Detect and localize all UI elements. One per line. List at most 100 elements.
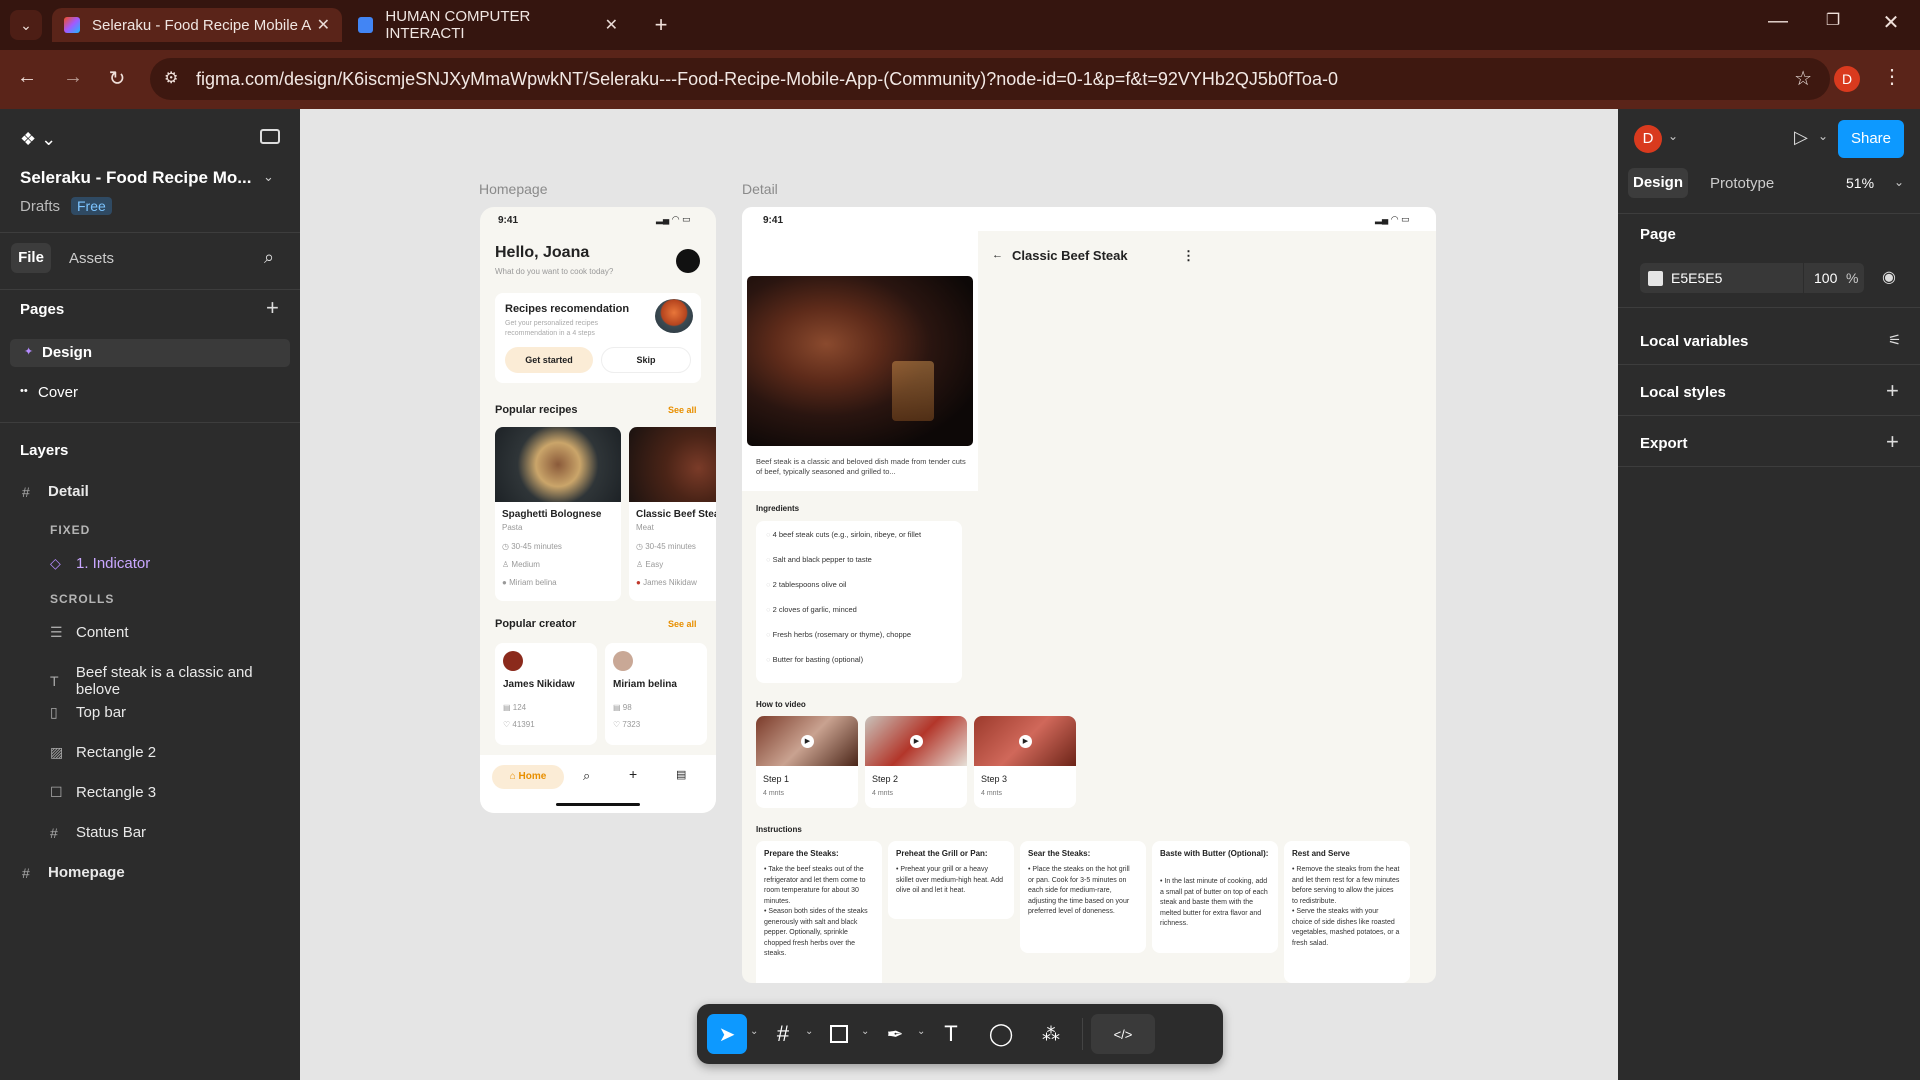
share-button[interactable]: Share bbox=[1838, 120, 1904, 158]
nav-search-icon[interactable]: ⌕ bbox=[583, 768, 590, 784]
tab-design[interactable]: Design bbox=[1628, 168, 1688, 198]
layer-text[interactable]: T Beef steak is a classic and belove bbox=[50, 664, 300, 698]
resources-tool-icon[interactable]: ⁂ bbox=[1031, 1014, 1071, 1054]
rectangle-tool-icon[interactable] bbox=[819, 1014, 859, 1054]
add-style-icon[interactable]: + bbox=[1886, 378, 1899, 404]
avatar-chevron-icon[interactable]: ⌄ bbox=[1668, 129, 1678, 143]
present-play-icon[interactable]: ▷ bbox=[1794, 127, 1808, 148]
visibility-eye-icon[interactable]: ◉ bbox=[1882, 267, 1896, 287]
play-icon[interactable]: ▶ bbox=[910, 735, 923, 748]
skip-button[interactable]: Skip bbox=[601, 347, 691, 373]
add-export-icon[interactable]: + bbox=[1886, 429, 1899, 455]
drafts-label[interactable]: Drafts bbox=[20, 198, 60, 215]
profile-avatar[interactable]: D bbox=[1834, 66, 1860, 92]
creator-card[interactable]: Miriam belina ▤ 98 ♡ 7323 bbox=[605, 643, 707, 745]
avatar[interactable] bbox=[676, 249, 700, 273]
layer-detail[interactable]: # Detail bbox=[22, 483, 89, 500]
dev-mode-toggle-icon[interactable]: </> bbox=[1091, 1014, 1155, 1054]
back-arrow-icon[interactable]: ← bbox=[992, 249, 1003, 261]
variables-sliders-icon[interactable]: ⚟ bbox=[1888, 331, 1901, 349]
layer-rectangle-2[interactable]: ▨ Rectangle 2 bbox=[50, 744, 156, 761]
present-chevron-icon[interactable]: ⌄ bbox=[1818, 129, 1828, 143]
browser-menu-icon[interactable]: ⋮ bbox=[1880, 64, 1904, 89]
ingredient-item[interactable]: ○ 2 cloves of garlic, minced bbox=[766, 605, 857, 614]
ingredient-item[interactable]: ○ Fresh herbs (rosemary or thyme), chopp… bbox=[766, 630, 911, 639]
search-icon[interactable]: ⌕ bbox=[264, 247, 274, 268]
file-title-chevron-icon[interactable]: ⌄ bbox=[263, 169, 274, 185]
user-avatar[interactable]: D bbox=[1634, 125, 1662, 153]
checkbox-icon[interactable]: ○ bbox=[766, 630, 773, 639]
reload-icon[interactable]: ↻ bbox=[104, 66, 130, 91]
zoom-chevron-icon[interactable]: ⌄ bbox=[1894, 175, 1904, 189]
play-icon[interactable]: ▶ bbox=[1019, 735, 1032, 748]
ingredient-item[interactable]: ○ Butter for basting (optional) bbox=[766, 655, 863, 664]
ingredient-item[interactable]: ○ Salt and black pepper to taste bbox=[766, 555, 872, 564]
zoom-level[interactable]: 51% bbox=[1846, 175, 1874, 191]
layer-homepage[interactable]: # Homepage bbox=[22, 864, 125, 881]
page-item-design[interactable]: ✦ Design bbox=[10, 339, 290, 367]
figma-menu-icon[interactable]: ❖ ⌄ bbox=[20, 129, 56, 150]
layer-indicator[interactable]: ◇ 1. Indicator bbox=[50, 555, 150, 572]
tab-prototype[interactable]: Prototype bbox=[1710, 175, 1774, 192]
close-tab-icon[interactable]: ✕ bbox=[605, 15, 618, 35]
see-all-link[interactable]: See all bbox=[668, 405, 697, 415]
detail-frame[interactable]: 9:41 ▂▄ ◠ ▭ Beef steak is a classic and … bbox=[742, 207, 1436, 983]
file-title[interactable]: Seleraku - Food Recipe Mo... bbox=[20, 168, 251, 188]
page-item-cover[interactable]: •• Cover bbox=[10, 379, 290, 407]
tool-chevron-icon[interactable]: ⌄ bbox=[750, 1026, 758, 1037]
video-card[interactable]: ▶ Step 1 4 mnts bbox=[756, 716, 858, 808]
nav-home[interactable]: ⌂ Home bbox=[492, 765, 564, 789]
color-swatch[interactable] bbox=[1648, 271, 1663, 286]
figma-canvas[interactable]: Homepage Detail 9:41 ▂▄ ◠ ▭ Hello, Joana… bbox=[300, 109, 1618, 1080]
minimize-icon[interactable]: — bbox=[1765, 10, 1791, 33]
export[interactable]: Export bbox=[1640, 435, 1688, 452]
restore-icon[interactable]: ❐ bbox=[1820, 10, 1846, 30]
pen-tool-icon[interactable]: ✒ bbox=[875, 1014, 915, 1054]
frame-label-homepage[interactable]: Homepage bbox=[479, 181, 548, 197]
layer-rectangle-3[interactable]: ☐ Rectangle 3 bbox=[50, 784, 156, 801]
more-options-icon[interactable]: ⋮ bbox=[1182, 248, 1195, 264]
comment-tool-icon[interactable]: ◯ bbox=[981, 1014, 1021, 1054]
color-hex[interactable]: E5E5E5 bbox=[1671, 270, 1722, 286]
layer-top-bar[interactable]: ▯ Top bar bbox=[50, 704, 126, 721]
tab-file[interactable]: File bbox=[11, 243, 51, 273]
page-color-field[interactable]: E5E5E5 100 % bbox=[1640, 263, 1864, 293]
ingredient-item[interactable]: ○ 2 tablespoons olive oil bbox=[766, 580, 846, 589]
ingredient-item[interactable]: ○ 4 beef steak cuts (e.g., sirloin, ribe… bbox=[766, 530, 921, 539]
layer-content[interactable]: ☰ Content bbox=[50, 624, 129, 641]
local-variables[interactable]: Local variables bbox=[1640, 333, 1748, 350]
tool-chevron-icon[interactable]: ⌄ bbox=[861, 1026, 869, 1037]
forward-icon[interactable]: → bbox=[60, 66, 86, 89]
tab-assets[interactable]: Assets bbox=[69, 250, 114, 267]
frame-label-detail[interactable]: Detail bbox=[742, 181, 778, 197]
video-card[interactable]: ▶ Step 3 4 mnts bbox=[974, 716, 1076, 808]
toggle-sidebar-icon[interactable] bbox=[260, 129, 280, 144]
tool-chevron-icon[interactable]: ⌄ bbox=[917, 1026, 925, 1037]
move-tool-icon[interactable]: ➤ bbox=[707, 1014, 747, 1054]
checkbox-icon[interactable]: ○ bbox=[766, 605, 773, 614]
recipe-card[interactable]: Classic Beef Steak Meat ◷ 30-45 minutes … bbox=[629, 427, 716, 601]
homepage-frame[interactable]: 9:41 ▂▄ ◠ ▭ Hello, Joana What do you wan… bbox=[480, 207, 716, 813]
add-page-icon[interactable]: + bbox=[266, 295, 279, 321]
nav-add-icon[interactable]: + bbox=[629, 766, 637, 782]
play-icon[interactable]: ▶ bbox=[801, 735, 814, 748]
back-icon[interactable]: ← bbox=[14, 66, 40, 89]
bookmark-star-icon[interactable]: ☆ bbox=[1794, 58, 1812, 100]
text-tool-icon[interactable]: T bbox=[931, 1014, 971, 1054]
site-info-icon[interactable]: ⚙ bbox=[164, 58, 178, 100]
checkbox-icon[interactable]: ○ bbox=[766, 555, 773, 564]
tab-docs[interactable]: HUMAN COMPUTER INTERACTI ✕ bbox=[346, 8, 630, 42]
frame-tool-icon[interactable]: # bbox=[763, 1014, 803, 1054]
see-all-link[interactable]: See all bbox=[668, 619, 697, 629]
get-started-button[interactable]: Get started bbox=[505, 347, 593, 373]
creator-card[interactable]: James Nikidaw ▤ 124 ♡ 41391 bbox=[495, 643, 597, 745]
tab-list-chevron-icon[interactable]: ⌄ bbox=[10, 10, 42, 40]
tab-figma[interactable]: Seleraku - Food Recipe Mobile A ✕ bbox=[52, 8, 342, 42]
checkbox-icon[interactable]: ○ bbox=[766, 655, 773, 664]
checkbox-icon[interactable]: ○ bbox=[766, 580, 773, 589]
nav-saved-icon[interactable]: ▤ bbox=[676, 768, 686, 781]
address-bar[interactable]: ⚙ figma.com/design/K6iscmjeSNJXyMmaWpwkN… bbox=[150, 58, 1830, 100]
close-tab-icon[interactable]: ✕ bbox=[317, 15, 330, 35]
opacity-value[interactable]: 100 bbox=[1814, 270, 1837, 286]
video-card[interactable]: ▶ Step 2 4 mnts bbox=[865, 716, 967, 808]
